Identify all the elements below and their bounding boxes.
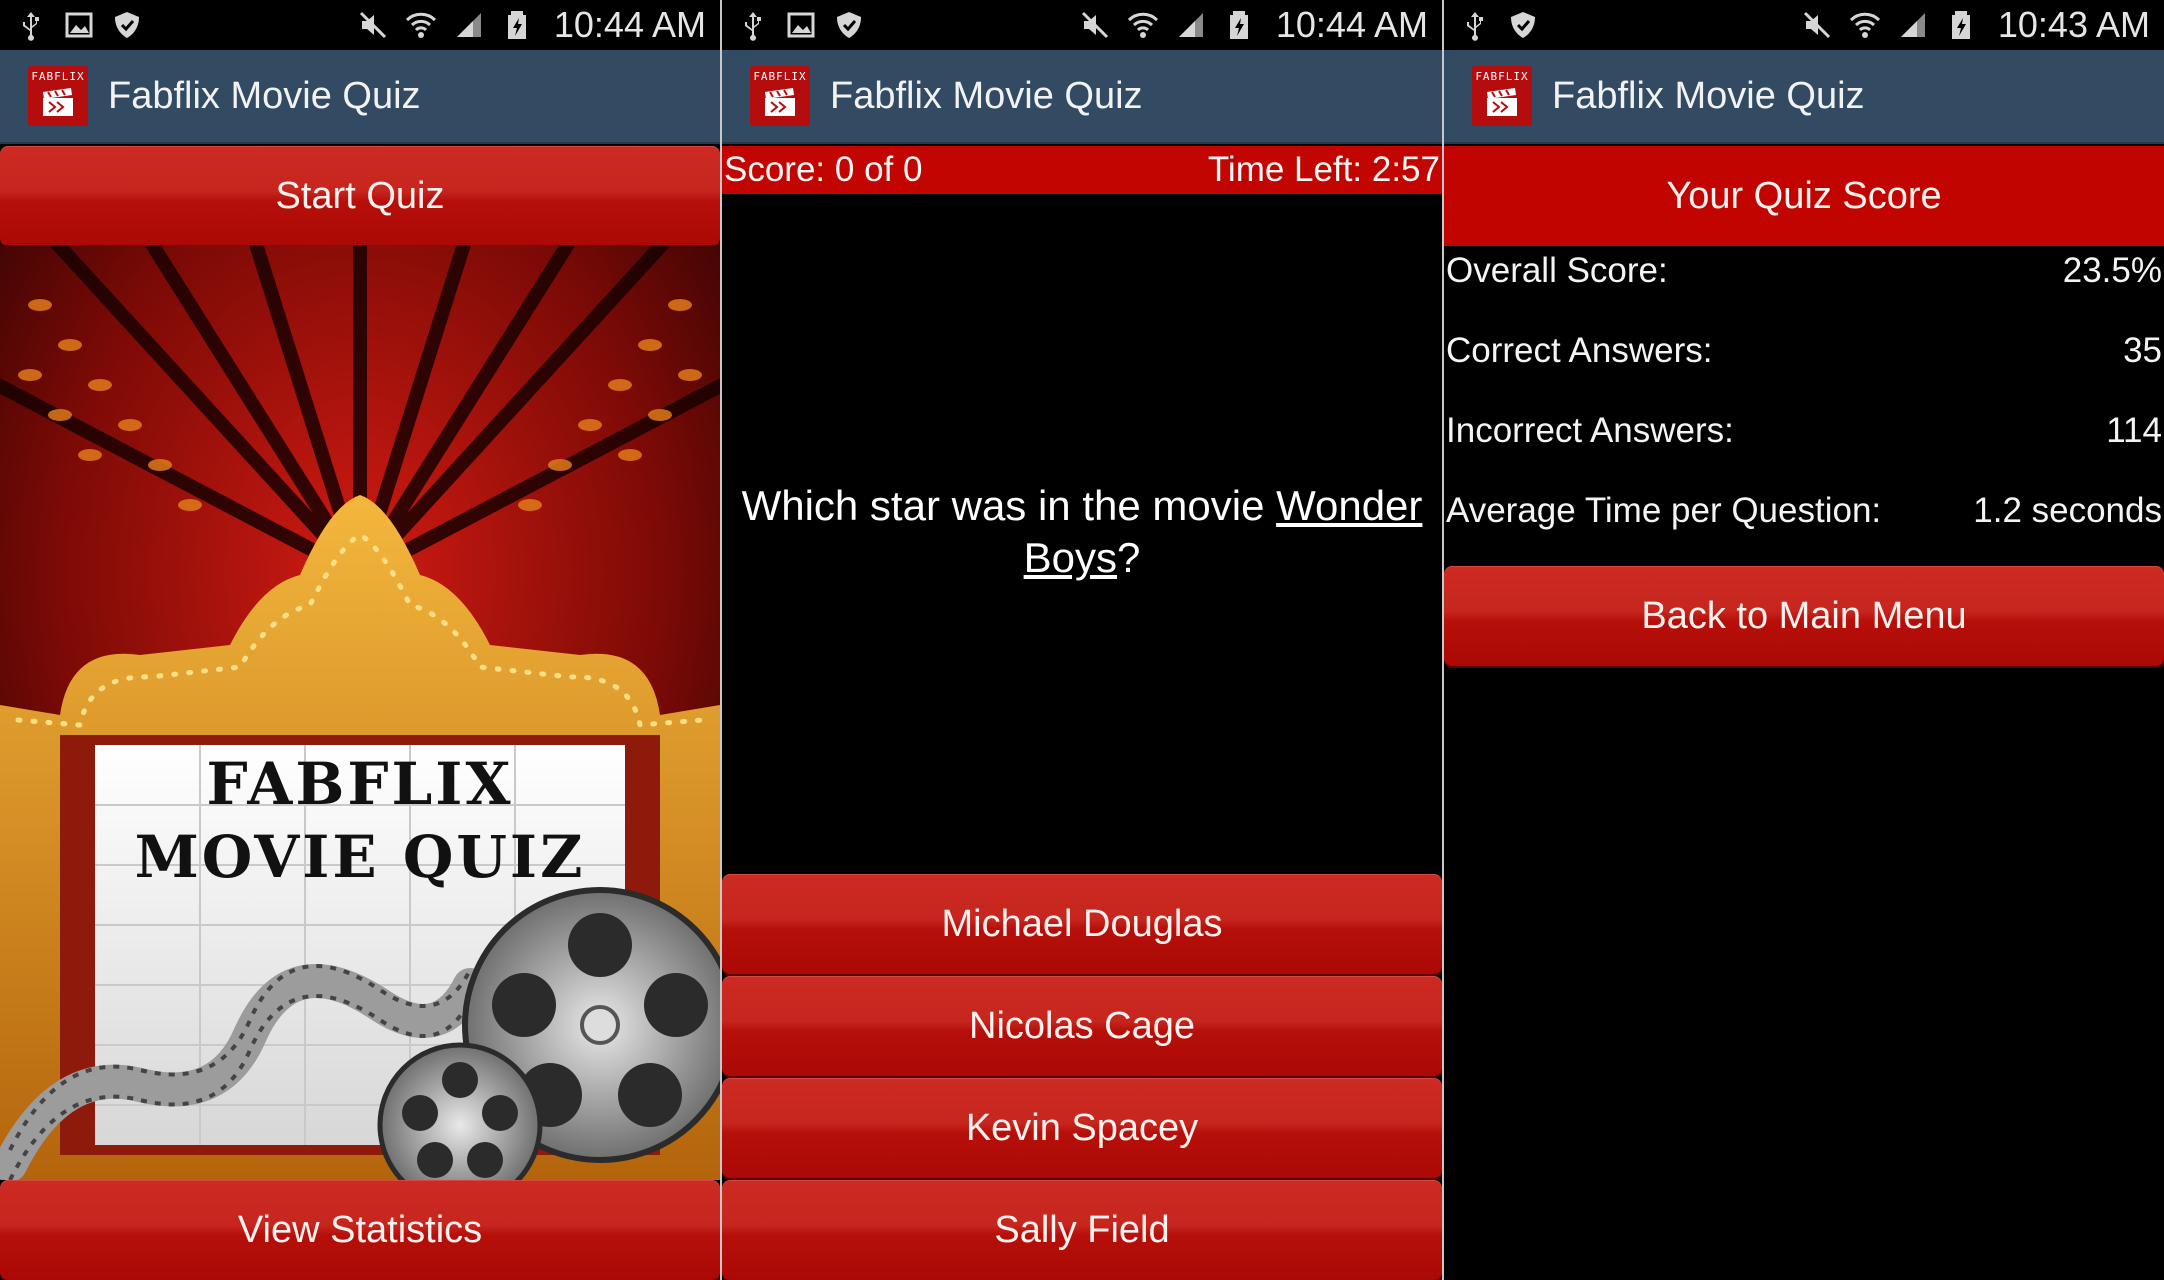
stat-row-overall: Overall Score: 23.5% xyxy=(1444,246,2164,296)
shield-icon xyxy=(1506,8,1540,42)
main-menu-screen: 10:44 AM FABFLIX Fabflix Movie Quiz Star… xyxy=(0,0,720,1280)
mute-icon xyxy=(1800,8,1834,42)
battery-icon xyxy=(1944,8,1978,42)
app-title: Fabflix Movie Quiz xyxy=(830,74,1143,117)
stat-label: Average Time per Question: xyxy=(1446,491,1882,530)
stat-row-incorrect: Incorrect Answers: 114 xyxy=(1444,406,2164,456)
action-bar: FABFLIX Fabflix Movie Quiz xyxy=(0,50,720,144)
back-to-main-menu-button[interactable]: Back to Main Menu xyxy=(1444,566,2164,666)
app-logo-icon: FABFLIX xyxy=(750,66,810,126)
answer-button-2[interactable]: Nicolas Cage xyxy=(722,976,1442,1076)
time-left-label: Time Left: 2:57 xyxy=(1207,150,1440,189)
app-title: Fabflix Movie Quiz xyxy=(1552,74,1865,117)
view-statistics-button[interactable]: View Statistics xyxy=(0,1180,720,1280)
wifi-icon xyxy=(1126,8,1160,42)
wifi-icon xyxy=(404,8,438,42)
poster-title-line1: FABFLIX xyxy=(206,750,514,818)
stat-value: 35 xyxy=(2123,331,2162,370)
signal-icon xyxy=(1174,8,1208,42)
image-icon xyxy=(784,8,818,42)
mute-icon xyxy=(1078,8,1112,42)
stat-row-average-time: Average Time per Question: 1.2 seconds xyxy=(1444,486,2164,536)
action-bar: FABFLIX Fabflix Movie Quiz xyxy=(1444,50,2164,144)
status-bar: 10:43 AM xyxy=(1444,0,2164,50)
quiz-poster-image: FABFLIX MOVIE QUIZ xyxy=(0,245,720,1180)
image-icon xyxy=(62,8,96,42)
app-logo-icon: FABFLIX xyxy=(1472,66,1532,126)
poster-title-line2: MOVIE QUIZ xyxy=(134,823,586,891)
question-suffix: ? xyxy=(1117,534,1141,581)
answer-button-1[interactable]: Michael Douglas xyxy=(722,874,1442,974)
shield-icon xyxy=(832,8,866,42)
wifi-icon xyxy=(1848,8,1882,42)
usb-icon xyxy=(1458,8,1492,42)
signal-icon xyxy=(1896,8,1930,42)
marquee-illustration xyxy=(0,245,720,1180)
status-time: 10:43 AM xyxy=(1997,4,2150,45)
battery-icon xyxy=(500,8,534,42)
start-quiz-button[interactable]: Start Quiz xyxy=(0,146,720,246)
shield-icon xyxy=(110,8,144,42)
status-bar: 10:44 AM xyxy=(722,0,1442,50)
status-bar: 10:44 AM xyxy=(0,0,720,50)
battery-icon xyxy=(1222,8,1256,42)
answer-button-4[interactable]: Sally Field xyxy=(722,1180,1442,1280)
stat-value: 23.5% xyxy=(2062,251,2162,290)
answer-button-3[interactable]: Kevin Spacey xyxy=(722,1078,1442,1178)
stat-value: 1.2 seconds xyxy=(1973,491,2162,530)
usb-icon xyxy=(14,8,48,42)
action-bar: FABFLIX Fabflix Movie Quiz xyxy=(722,50,1442,144)
stat-label: Correct Answers: xyxy=(1446,331,1713,370)
quiz-score-header: Your Quiz Score xyxy=(1444,146,2164,246)
quiz-score-screen: 10:43 AM FABFLIX Fabflix Movie Quiz Your… xyxy=(1444,0,2164,1280)
app-logo-icon: FABFLIX xyxy=(28,66,88,126)
status-time: 10:44 AM xyxy=(1275,4,1428,45)
app-title: Fabflix Movie Quiz xyxy=(108,74,421,117)
score-label: Score: 0 of 0 xyxy=(724,150,923,189)
stat-value: 114 xyxy=(2106,411,2162,450)
status-time: 10:44 AM xyxy=(553,4,706,45)
question-text: Which star was in the movie Wonder Boys? xyxy=(722,480,1442,584)
quiz-question-screen: 10:44 AM FABFLIX Fabflix Movie Quiz Scor… xyxy=(722,0,1442,1280)
stat-label: Incorrect Answers: xyxy=(1446,411,1734,450)
signal-icon xyxy=(452,8,486,42)
usb-icon xyxy=(736,8,770,42)
mute-icon xyxy=(356,8,390,42)
score-timer-bar: Score: 0 of 0 Time Left: 2:57 xyxy=(722,146,1442,194)
question-prefix: Which star was in the movie xyxy=(741,482,1277,529)
stat-label: Overall Score: xyxy=(1446,251,1668,290)
stat-row-correct: Correct Answers: 35 xyxy=(1444,326,2164,376)
screenshot-collage: 10:44 AM FABFLIX Fabflix Movie Quiz Star… xyxy=(0,0,2164,1280)
